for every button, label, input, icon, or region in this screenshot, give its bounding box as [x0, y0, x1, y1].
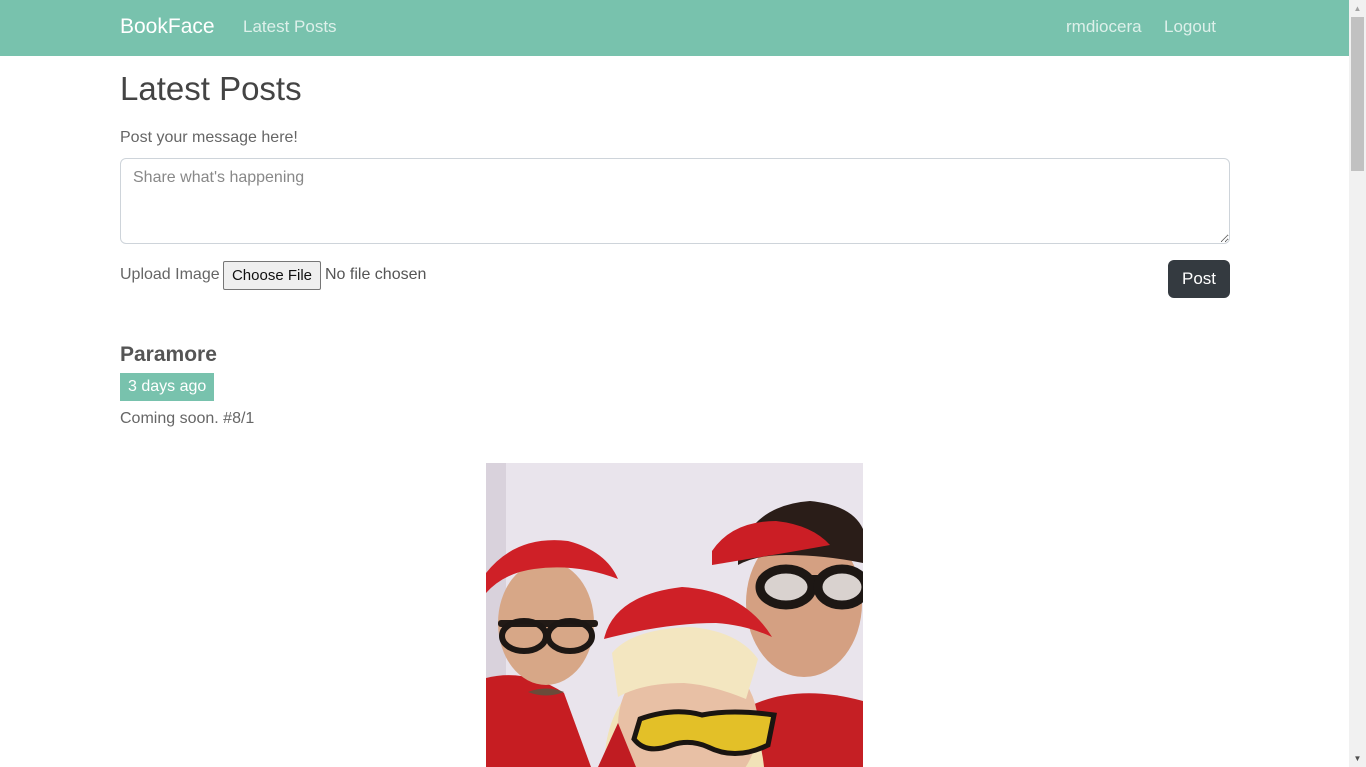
post-text: Coming soon. #8/1 [120, 410, 255, 427]
navbar: BookFace Latest Posts rmdiocera Logout [0, 0, 1349, 56]
page-scrollbar[interactable]: ▲ ▼ [1349, 0, 1366, 767]
message-label: Post your message here! [120, 129, 298, 146]
message-input[interactable] [120, 158, 1230, 244]
post-time-badge: 3 days ago [120, 373, 215, 401]
file-status: No file chosen [325, 266, 427, 283]
nav-logout[interactable]: Logout [1164, 17, 1216, 37]
scroll-thumb[interactable] [1351, 17, 1364, 171]
choose-file-button[interactable]: Choose File [223, 261, 321, 290]
post-image [486, 463, 863, 767]
page-title: Latest Posts [120, 70, 302, 107]
scroll-down-arrow-icon[interactable]: ▼ [1349, 750, 1366, 767]
post-button[interactable]: Post [1168, 260, 1230, 298]
upload-image-label: Upload Image [120, 266, 220, 283]
post-author: Paramore [120, 343, 217, 366]
brand-link[interactable]: BookFace [120, 15, 215, 39]
nav-latest-posts[interactable]: Latest Posts [243, 17, 337, 37]
band-photo-image [486, 463, 863, 767]
scroll-up-arrow-icon[interactable]: ▲ [1349, 0, 1366, 17]
nav-username[interactable]: rmdiocera [1066, 17, 1142, 37]
